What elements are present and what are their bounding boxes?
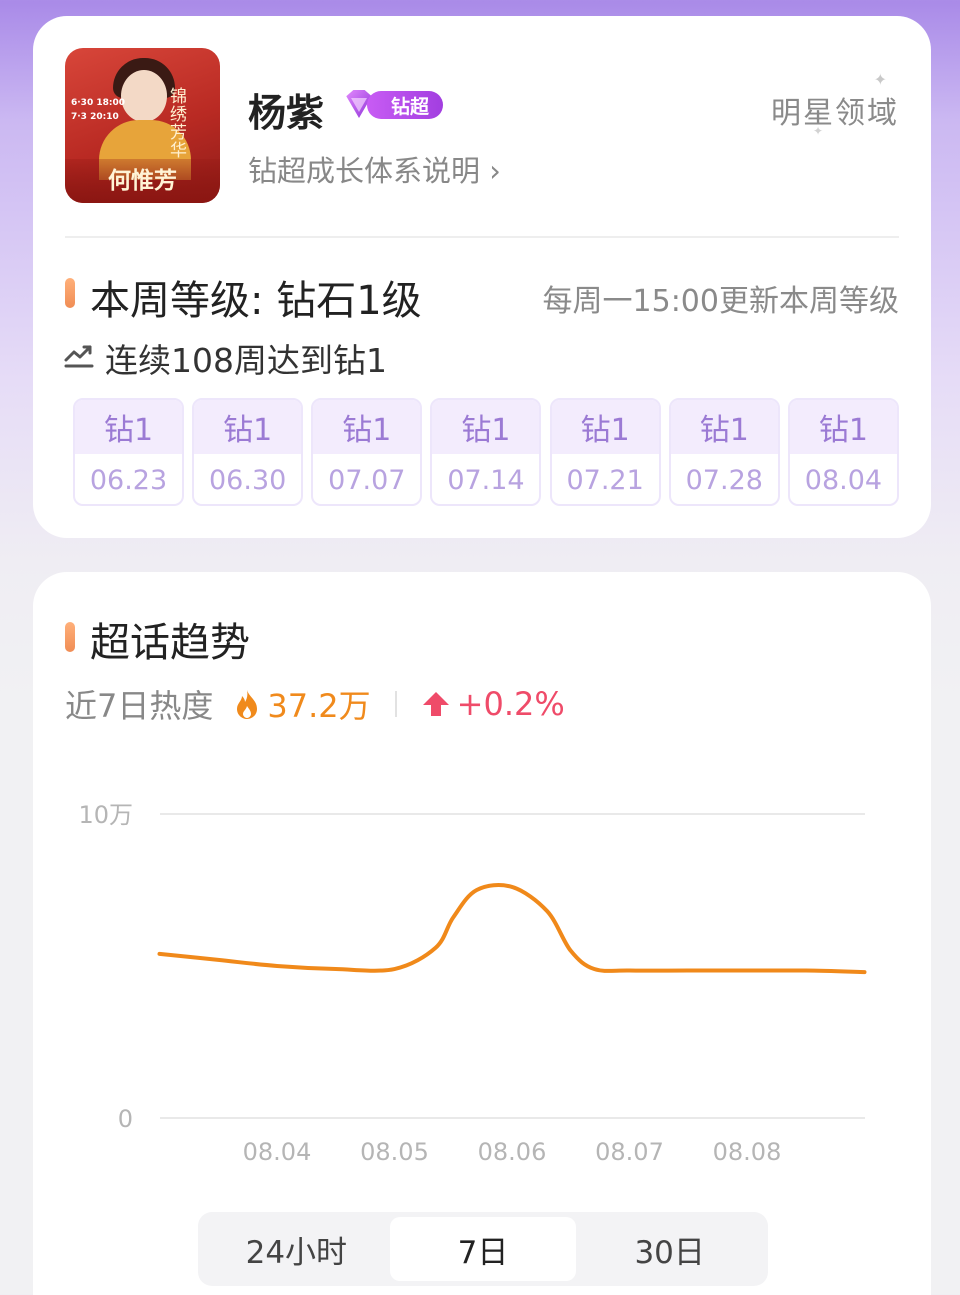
badge-label: 钻超 — [367, 91, 443, 119]
domain-label[interactable]: 明星领域 — [771, 88, 899, 132]
week-date: 07.07 — [328, 464, 406, 496]
range-tabs: 24小时 7日 30日 — [198, 1212, 768, 1286]
tab-30d[interactable]: 30日 — [576, 1217, 763, 1281]
week-date: 08.04 — [804, 464, 883, 496]
week-date: 07.21 — [566, 464, 644, 496]
week-cell: 钻1 06.23 — [73, 398, 184, 506]
tab-7d[interactable]: 7日 — [389, 1217, 577, 1281]
poster-date-2: 7·3 20:10 — [71, 112, 119, 122]
heat-change: +0.2% — [456, 685, 565, 723]
week-cell: 钻1 07.07 — [311, 398, 423, 506]
growth-system-link[interactable]: 钻超成长体系说明 › — [248, 148, 501, 190]
poster-title: 何惟芳 — [108, 167, 177, 194]
trend-card: 超话趋势 近7日热度 37.2万 +0.2% 10万 0 08.04 08.05 08.… — [33, 572, 931, 1295]
y-tick-label: 0 — [118, 1105, 133, 1133]
weekly-level-history: 钻1 06.23 钻1 06.30 钻1 07.07 钻1 07.14 钻1 0… — [73, 398, 899, 506]
heat-summary: 近7日热度 37.2万 +0.2% — [65, 682, 565, 726]
x-tick-label: 08.05 — [360, 1138, 429, 1166]
weekly-level-title: 本周等级: 钻石1级 — [90, 278, 422, 324]
week-level: 钻1 — [670, 400, 778, 454]
sparkle-icon: ✦ — [873, 70, 887, 89]
heat-value: 37.2万 — [267, 687, 371, 725]
trend-line-icon — [64, 345, 94, 368]
tab-24h[interactable]: 24小时 — [203, 1217, 390, 1281]
x-tick-label: 08.06 — [478, 1138, 547, 1166]
poster-calligraphy: 锦绣芳华 — [170, 87, 187, 161]
week-date: 07.28 — [685, 464, 763, 496]
week-date: 06.30 — [209, 464, 287, 496]
week-date: 07.14 — [447, 464, 525, 496]
section-accent-bar — [65, 622, 75, 652]
diamond-badge[interactable]: 钻超 — [339, 86, 443, 124]
week-cell: 钻1 07.21 — [549, 398, 661, 506]
week-cell: 钻1 06.30 — [192, 398, 304, 506]
streak-text: 连续108周达到钻1 — [105, 341, 387, 380]
week-level: 钻1 — [194, 400, 302, 454]
week-level: 钻1 — [551, 400, 659, 454]
x-tick-label: 08.08 — [713, 1138, 782, 1166]
x-tick-label: 08.04 — [243, 1138, 312, 1166]
week-level: 钻1 — [75, 400, 182, 454]
section-accent-bar — [65, 278, 75, 308]
week-cell: 钻1 07.14 — [430, 398, 542, 506]
poster-dates: 6·30 18:00 7·3 20:10 — [71, 96, 125, 124]
heat-label: 近7日热度 — [65, 687, 214, 725]
week-level: 钻1 — [432, 400, 540, 454]
week-date: 06.23 — [89, 464, 168, 496]
poster-date-1: 6·30 18:00 — [71, 98, 125, 108]
trend-chart[interactable]: 10万 0 08.04 08.05 08.06 08.07 08.08 — [33, 782, 931, 1182]
series-line — [157, 883, 867, 975]
week-cell: 钻1 08.04 — [787, 398, 899, 506]
star-name: 杨紫 — [248, 91, 325, 135]
fire-icon — [237, 690, 258, 719]
update-note: 每周一15:00更新本周等级 — [542, 284, 899, 319]
trend-title: 超话趋势 — [90, 620, 250, 666]
separator — [394, 691, 397, 717]
avatar[interactable]: 6·30 18:00 7·3 20:10 锦绣芳华 何惟芳 — [65, 48, 220, 203]
profile-card: 6·30 18:00 7·3 20:10 锦绣芳华 何惟芳 杨紫 钻超 钻超成长… — [33, 16, 931, 538]
week-level: 钻1 — [313, 400, 421, 454]
week-level: 钻1 — [789, 400, 897, 454]
week-cell: 钻1 07.28 — [668, 398, 780, 506]
poster-figure-face — [121, 70, 167, 122]
y-tick-label: 10万 — [78, 801, 133, 829]
divider — [65, 236, 899, 238]
arrow-up-icon — [422, 692, 449, 716]
x-tick-label: 08.07 — [595, 1138, 664, 1166]
